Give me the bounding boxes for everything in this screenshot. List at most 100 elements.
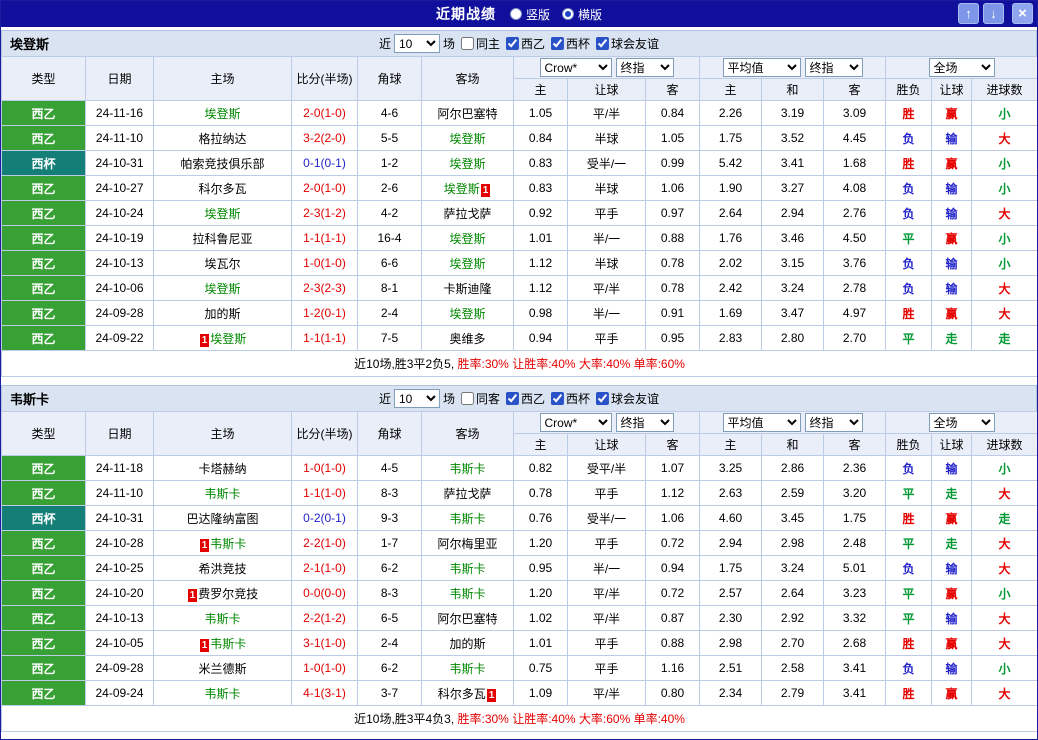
match-count-select[interactable]: 10 bbox=[393, 34, 440, 53]
filter-1[interactable]: 西乙 bbox=[500, 35, 545, 52]
home-team: 米兰德斯 bbox=[153, 655, 292, 681]
filter-0[interactable]: 同主 bbox=[455, 35, 500, 52]
home-team-name: 帕索竞技俱乐部 bbox=[180, 156, 265, 171]
filter-checkbox[interactable] bbox=[506, 392, 519, 405]
home-team-name: 韦斯卡 bbox=[210, 536, 247, 551]
filter-1[interactable]: 西乙 bbox=[500, 390, 545, 407]
away-team-name: 韦斯卡 bbox=[449, 661, 486, 676]
summary-segment: 大率:40% bbox=[575, 357, 631, 371]
filter-2[interactable]: 西杯 bbox=[545, 35, 590, 52]
avg-source-select[interactable]: 平均值 bbox=[722, 58, 801, 77]
league-badge: 西乙 bbox=[1, 480, 86, 506]
avg-source-select[interactable]: 平均值 bbox=[722, 413, 801, 432]
avg-away-odds: 3.76 bbox=[823, 250, 887, 276]
avg-home-odds: 2.51 bbox=[699, 655, 763, 681]
away-team: 埃登斯 1 bbox=[421, 175, 514, 201]
layout-radio-0[interactable]: 竖版 bbox=[509, 6, 550, 23]
odds-source-select[interactable]: Crow* bbox=[539, 413, 612, 432]
filter-checkbox[interactable] bbox=[551, 392, 565, 405]
match-row: 西乙 24-09-28 加的斯 1-2(0-1) 2-4 埃登斯 0.98 半/一 0.91 1.… bbox=[1, 300, 1037, 326]
away-team: 阿尔巴塞特 bbox=[421, 100, 514, 126]
avg-stage-select[interactable]: 终指 bbox=[804, 58, 863, 77]
handicap-verdict: 输 bbox=[931, 175, 973, 201]
filter-label: 西乙 bbox=[521, 37, 546, 51]
result-verdict: 平 bbox=[885, 225, 933, 251]
scope-select[interactable]: 全场 bbox=[928, 413, 995, 432]
result-verdict: 平 bbox=[885, 480, 933, 506]
match-row: 西乙 24-11-10 格拉纳达 3-2(2-0) 5-5 埃登斯 0.84 半球 1.05 1.… bbox=[1, 125, 1037, 151]
match-row: 西乙 24-10-25 希洪竞技 2-1(1-0) 6-2 韦斯卡 0.95 半/一 0.94 1… bbox=[1, 555, 1037, 581]
goals-verdict: 大 bbox=[971, 300, 1037, 326]
away-team: 萨拉戈萨 bbox=[421, 200, 514, 226]
corner-count: 6-2 bbox=[357, 655, 422, 681]
close-button[interactable]: × bbox=[1012, 3, 1033, 24]
match-count-select[interactable]: 10 bbox=[393, 389, 440, 408]
league-badge: 西乙 bbox=[1, 175, 86, 201]
filter-2[interactable]: 西杯 bbox=[545, 390, 590, 407]
subcol-header-7: 让球 bbox=[931, 433, 973, 456]
filter-checkbox[interactable] bbox=[506, 37, 519, 50]
subcol-header-2: 客 bbox=[644, 433, 701, 456]
scope-group-header: 全场 bbox=[885, 411, 1037, 434]
avg-draw-odds: 2.92 bbox=[761, 605, 825, 631]
odds-source-select[interactable]: Crow* bbox=[539, 58, 612, 77]
handicap-line: 平/半 bbox=[567, 100, 646, 126]
avg-draw-odds: 3.46 bbox=[761, 225, 825, 251]
goals-verdict: 小 bbox=[971, 250, 1037, 276]
filter-3[interactable]: 球会友谊 bbox=[590, 35, 659, 52]
score: 1-0(1-0) bbox=[291, 455, 358, 481]
handicap-verdict: 输 bbox=[931, 555, 973, 581]
away-team-name: 加的斯 bbox=[449, 636, 486, 651]
handicap-home-odds: 0.83 bbox=[513, 150, 568, 176]
league-badge: 西乙 bbox=[1, 455, 86, 481]
filter-3[interactable]: 球会友谊 bbox=[590, 390, 659, 407]
filter-checkbox[interactable] bbox=[596, 392, 610, 405]
results-table: 类型 日期 主场 比分(半场) 角球 客场 Crow* 终指 平均值 终指 全场主让球客主和客胜负让… bbox=[1, 56, 1037, 377]
home-team: 1 埃登斯 bbox=[153, 325, 292, 351]
scroll-down-button[interactable]: ↓ bbox=[983, 3, 1004, 24]
handicap-verdict: 赢 bbox=[931, 580, 973, 606]
home-team: 希洪竞技 bbox=[153, 555, 292, 581]
filter-0[interactable]: 同客 bbox=[455, 390, 500, 407]
avg-home-odds: 2.34 bbox=[699, 680, 763, 706]
home-team: 帕索竞技俱乐部 bbox=[153, 150, 292, 176]
avg-draw-odds: 2.79 bbox=[761, 680, 825, 706]
result-verdict: 胜 bbox=[885, 630, 933, 656]
red-card-badge: 1 bbox=[199, 638, 210, 652]
filter-checkbox[interactable] bbox=[596, 37, 610, 50]
score: 1-1(1-1) bbox=[291, 325, 358, 351]
subcol-header-1: 让球 bbox=[567, 78, 646, 101]
avg-draw-odds: 2.70 bbox=[761, 630, 825, 656]
odds-stage-select[interactable]: 终指 bbox=[615, 413, 674, 432]
subcol-header-6: 胜负 bbox=[885, 78, 933, 101]
handicap-away-odds: 0.99 bbox=[644, 150, 701, 176]
filter-label: 球会友谊 bbox=[611, 37, 660, 51]
match-date: 24-09-28 bbox=[85, 655, 154, 681]
layout-radio-1[interactable]: 横版 bbox=[562, 6, 602, 23]
avg-odds-group-header: 平均值 终指 bbox=[699, 411, 887, 434]
result-verdict: 胜 bbox=[885, 100, 933, 126]
summary-segment: 近10场,胜3平4负3, bbox=[354, 712, 458, 726]
odds-stage-select[interactable]: 终指 bbox=[615, 58, 674, 77]
score: 2-2(1-2) bbox=[291, 605, 358, 631]
scope-select[interactable]: 全场 bbox=[928, 58, 995, 77]
handicap-home-odds: 0.83 bbox=[513, 175, 568, 201]
away-team: 阿尔巴塞特 bbox=[421, 605, 514, 631]
avg-away-odds: 1.75 bbox=[823, 505, 887, 531]
filter-checkbox[interactable] bbox=[551, 37, 565, 50]
filter-checkbox[interactable] bbox=[460, 37, 474, 50]
avg-stage-select[interactable]: 终指 bbox=[804, 413, 863, 432]
handicap-verdict: 走 bbox=[931, 325, 973, 351]
league-badge: 西乙 bbox=[1, 275, 86, 301]
league-badge: 西乙 bbox=[1, 250, 86, 276]
scroll-up-button[interactable]: ↑ bbox=[958, 3, 979, 24]
section-team-name: 埃登斯 bbox=[10, 37, 50, 52]
handicap-line: 平手 bbox=[567, 480, 646, 506]
avg-home-odds: 2.57 bbox=[699, 580, 763, 606]
match-date: 24-10-06 bbox=[85, 275, 154, 301]
col-header-4: 角球 bbox=[357, 411, 422, 456]
filter-checkbox[interactable] bbox=[460, 392, 474, 405]
handicap-away-odds: 1.07 bbox=[644, 455, 701, 481]
corner-count: 6-5 bbox=[357, 605, 422, 631]
away-team-name: 卡斯迪隆 bbox=[443, 281, 492, 296]
